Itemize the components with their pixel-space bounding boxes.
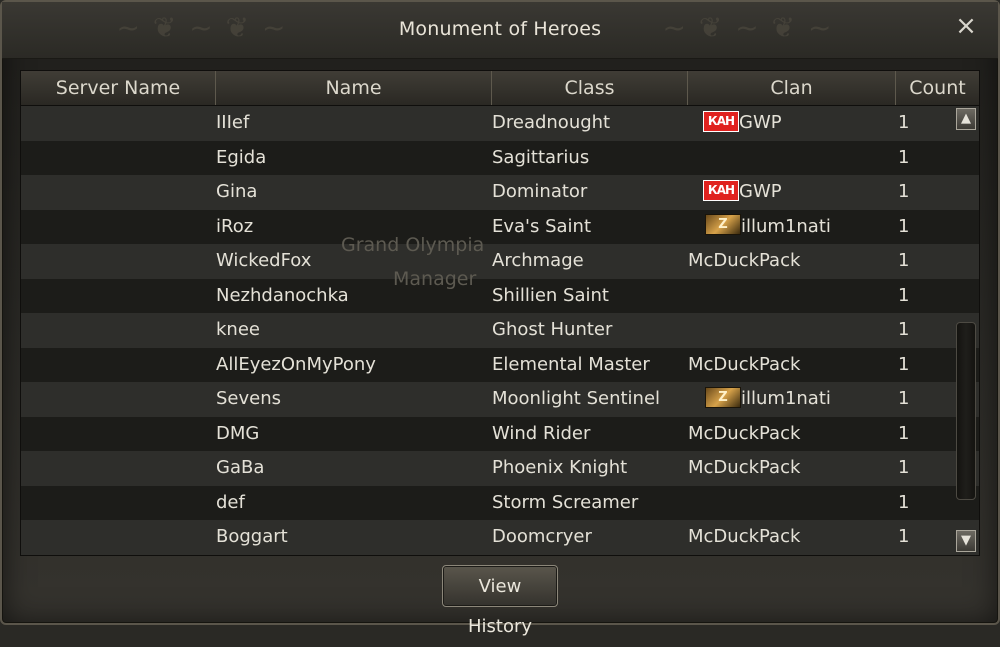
clan-name: illum1nati bbox=[741, 215, 831, 237]
scrollbar[interactable]: ▲ ▼ bbox=[953, 106, 979, 555]
clan-name: McDuckPack bbox=[688, 353, 801, 375]
hero-clan: Zillum1nati bbox=[705, 210, 831, 245]
hero-name: AllEyezOnMyPony bbox=[216, 353, 376, 375]
hero-class: Dominator bbox=[492, 181, 588, 202]
clan-name: McDuckPack bbox=[688, 422, 801, 444]
clan-crest-icon: Z bbox=[705, 214, 741, 235]
clan-name: McDuckPack bbox=[688, 526, 801, 547]
hero-class: Wind Rider bbox=[492, 422, 591, 444]
hero-count: 1 bbox=[898, 457, 910, 478]
hero-clan: McDuckPack bbox=[688, 417, 800, 452]
table-row[interactable]: WickedFox Archmage McDuckPack 1 bbox=[21, 244, 979, 279]
title-bar[interactable]: ~ ❦ ~ ❦ ~ ~ ❦ ~ ❦ ~ Monument of Heroes × bbox=[2, 2, 998, 59]
clan-crest-icon: КАН bbox=[703, 110, 739, 132]
clan-name: GWP bbox=[739, 181, 782, 202]
hero-name: GaBa bbox=[216, 457, 265, 478]
table-row[interactable]: iRoz Eva's Saint Zillum1nati 1 bbox=[21, 209, 979, 245]
clan-name: McDuckPack bbox=[688, 250, 801, 271]
table-body: Boggart Doomcryer McDuckPack 1 def Storm Scre… bbox=[21, 106, 979, 555]
hero-name: Gina bbox=[216, 181, 258, 202]
hero-clan: McDuckPack bbox=[688, 244, 800, 279]
hero-name: Sevens bbox=[216, 388, 282, 409]
hero-name: knee bbox=[216, 319, 260, 340]
table-row[interactable]: Sevens Moonlight Sentinel Zillum1nati 1 bbox=[21, 382, 979, 417]
hero-count: 1 bbox=[898, 181, 910, 202]
table-header: Server Name Name Class Clan Count bbox=[21, 71, 979, 106]
hero-count: 1 bbox=[898, 491, 910, 513]
hero-name: Boggart bbox=[216, 526, 288, 547]
hero-count: 1 bbox=[898, 250, 910, 271]
hero-class: Doomcryer bbox=[492, 526, 592, 547]
table-row[interactable]: Boggart Doomcryer McDuckPack 1 bbox=[21, 520, 979, 555]
hero-name: Egida bbox=[216, 146, 267, 168]
hero-class: Sagittarius bbox=[492, 146, 590, 168]
heroes-table: Server Name Name Class Clan Count Boggar… bbox=[20, 70, 980, 556]
scroll-up-icon[interactable]: ▲ bbox=[956, 108, 976, 130]
table-row[interactable]: knee Ghost Hunter 1 bbox=[21, 313, 979, 348]
table-row[interactable]: IIIef Dreadnought КАН GWP 1 bbox=[21, 106, 979, 141]
hero-count: 1 bbox=[898, 526, 910, 547]
column-header-class[interactable]: Class bbox=[492, 71, 688, 105]
hero-count: 1 bbox=[898, 353, 910, 375]
hero-class: Ghost Hunter bbox=[492, 319, 613, 340]
clan-name: illum1nati bbox=[741, 388, 831, 409]
hero-count: 1 bbox=[898, 422, 910, 444]
view-history-button[interactable]: View History bbox=[442, 565, 558, 637]
hero-name: WickedFox bbox=[216, 250, 312, 271]
column-header-clan[interactable]: Clan bbox=[688, 71, 896, 105]
column-header-name[interactable]: Name bbox=[216, 71, 492, 105]
hero-name: IIIef bbox=[216, 112, 250, 133]
table-row[interactable]: def Storm Screamer 1 bbox=[21, 485, 979, 520]
hero-name: Nezhdanochka bbox=[216, 284, 349, 306]
hero-clan: КАН GWP bbox=[703, 175, 782, 210]
hero-clan: McDuckPack bbox=[688, 520, 800, 555]
hero-class: Phoenix Knight bbox=[492, 457, 628, 478]
clan-name: GWP bbox=[739, 112, 782, 133]
hero-class: Elemental Master bbox=[492, 353, 650, 375]
column-header-server-name[interactable]: Server Name bbox=[21, 71, 216, 105]
monument-of-heroes-window: ~ ❦ ~ ❦ ~ ~ ❦ ~ ❦ ~ Monument of Heroes ×… bbox=[0, 0, 1000, 637]
hero-name: DMG bbox=[216, 422, 260, 444]
hero-clan: McDuckPack bbox=[688, 348, 800, 383]
hero-class: Eva's Saint bbox=[492, 215, 592, 237]
hero-class: Storm Screamer bbox=[492, 491, 639, 513]
hero-class: Moonlight Sentinel bbox=[492, 388, 661, 409]
hero-class: Dreadnought bbox=[492, 112, 611, 133]
table-row[interactable]: Egida Sagittarius 1 bbox=[21, 140, 979, 175]
hero-clan: Zillum1nati bbox=[705, 382, 831, 417]
table-row[interactable]: Nezhdanochka Shillien Saint 1 bbox=[21, 278, 979, 313]
clan-crest-icon: Z bbox=[705, 386, 741, 408]
hero-count: 1 bbox=[898, 146, 910, 168]
table-row[interactable]: AllEyezOnMyPony Elemental Master McDuckPac… bbox=[21, 347, 979, 383]
hero-count: 1 bbox=[898, 284, 910, 306]
hero-clan: КАН GWP bbox=[703, 106, 782, 141]
hero-count: 1 bbox=[898, 388, 910, 409]
table-row[interactable]: GaBa Phoenix Knight McDuckPack 1 bbox=[21, 451, 979, 486]
hero-clan: McDuckPack bbox=[688, 451, 800, 486]
close-icon[interactable]: × bbox=[952, 12, 980, 40]
hero-count: 1 bbox=[898, 112, 910, 133]
window-title: Monument of Heroes bbox=[398, 18, 602, 40]
table-row[interactable]: Gina Dominator КАН GWP 1 bbox=[21, 175, 979, 210]
hero-count: 1 bbox=[898, 215, 910, 237]
hero-class: Archmage bbox=[492, 250, 584, 271]
clan-name: McDuckPack bbox=[688, 457, 801, 478]
scroll-down-icon[interactable]: ▼ bbox=[956, 530, 976, 552]
hero-class: Shillien Saint bbox=[492, 284, 609, 306]
column-header-count[interactable]: Count bbox=[896, 71, 979, 105]
hero-name: def bbox=[216, 491, 245, 513]
clan-crest-icon: КАН bbox=[703, 179, 739, 201]
hero-name: iRoz bbox=[216, 215, 254, 237]
scrollbar-thumb[interactable] bbox=[956, 322, 976, 500]
table-row[interactable]: DMG Wind Rider McDuckPack 1 bbox=[21, 416, 979, 452]
hero-count: 1 bbox=[898, 319, 910, 340]
